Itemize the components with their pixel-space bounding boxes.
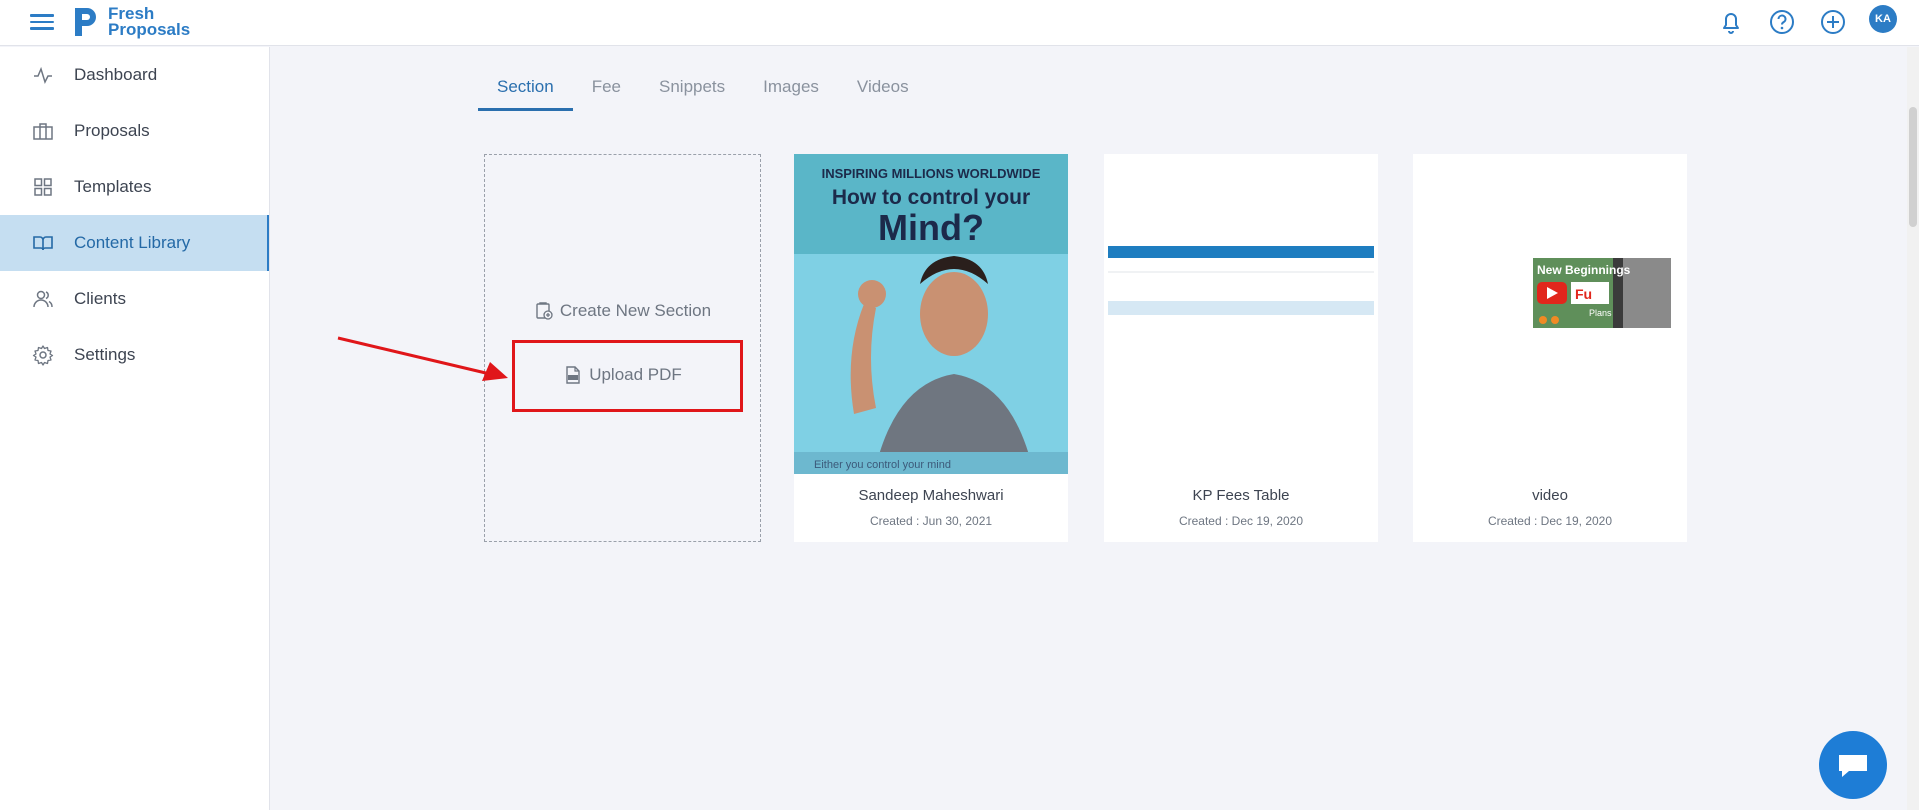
poster-headline-2: Mind?	[878, 207, 984, 248]
video-thumbnail-sub2: Plans	[1589, 308, 1612, 318]
tab-images[interactable]: Images	[744, 73, 838, 111]
video-thumbnail-caption: New Beginnings	[1537, 263, 1631, 277]
users-icon	[33, 290, 53, 308]
sidebar-item-label: Dashboard	[74, 65, 158, 84]
scrollbar[interactable]	[1907, 47, 1919, 810]
grid-icon	[34, 178, 52, 196]
sidebar-item-proposals[interactable]: Proposals	[0, 103, 269, 159]
add-icon[interactable]	[1818, 7, 1848, 37]
video-thumbnail-sub: Fu	[1575, 286, 1592, 302]
logo[interactable]: Fresh Proposals	[72, 3, 190, 41]
logo-text: Fresh Proposals	[108, 5, 191, 39]
poster-quote: Either you control your mind	[814, 459, 951, 471]
card-thumbnail: INSPIRING MILLIONS WORLDWIDE How to cont…	[794, 154, 1068, 474]
card-title: KP Fees Table	[1192, 487, 1290, 504]
bell-icon[interactable]	[1716, 7, 1746, 37]
section-card-video[interactable]: New Beginnings Fu Plans video Created : …	[1413, 154, 1687, 542]
fees-table-thumbnail-icon	[1108, 246, 1374, 315]
create-new-section-label: Create New Section	[559, 301, 712, 320]
annotation-arrow-icon	[337, 336, 508, 381]
poster-thumbnail-icon: INSPIRING MILLIONS WORLDWIDE How to cont…	[794, 154, 1068, 474]
poster-kicker: INSPIRING MILLIONS WORLDWIDE	[822, 166, 1041, 181]
sidebar-item-label: Clients	[74, 289, 126, 308]
tab-fee[interactable]: Fee	[573, 73, 640, 111]
tab-snippets[interactable]: Snippets	[640, 73, 744, 111]
card-date: Created : Dec 19, 2020	[1178, 514, 1304, 528]
content-tabs: Section Fee Snippets Images Videos	[478, 73, 928, 113]
sidebar-item-clients[interactable]: Clients	[0, 271, 269, 327]
card-thumbnail: New Beginnings Fu Plans	[1413, 154, 1687, 474]
sidebar-item-content-library[interactable]: Content Library	[0, 215, 269, 271]
chat-button[interactable]	[1819, 731, 1887, 799]
sidebar-item-templates[interactable]: Templates	[0, 159, 269, 215]
highlight-box	[512, 340, 743, 412]
logo-mark-icon	[75, 8, 96, 36]
briefcase-icon	[33, 123, 53, 140]
avatar[interactable]: KA	[1869, 5, 1897, 33]
menu-icon[interactable]	[30, 10, 54, 32]
create-new-section-button[interactable]: Create New Section	[485, 301, 760, 321]
card-thumbnail	[1104, 154, 1378, 474]
section-card-sandeep[interactable]: INSPIRING MILLIONS WORLDWIDE How to cont…	[794, 154, 1068, 542]
sidebar-item-label: Settings	[74, 345, 136, 364]
book-icon	[33, 236, 53, 251]
gear-icon	[32, 345, 54, 366]
tab-section[interactable]: Section	[478, 73, 573, 111]
sidebar: Dashboard Proposals Templates Content Li…	[0, 47, 270, 810]
scrollbar-thumb[interactable]	[1909, 107, 1917, 227]
chat-icon	[1839, 755, 1867, 777]
poster-headline: How to control your	[832, 186, 1030, 209]
card-title: video	[1532, 487, 1568, 504]
card-title: Sandeep Maheshwari	[858, 487, 1004, 504]
logo-line-2: Proposals	[108, 20, 191, 39]
top-bar: Fresh Proposals KA	[0, 0, 1919, 46]
video-thumbnail-icon: New Beginnings Fu Plans	[1533, 258, 1671, 328]
sidebar-item-label: Templates	[74, 177, 152, 196]
card-date: Created : Dec 19, 2020	[1487, 514, 1613, 528]
sidebar-item-dashboard[interactable]: Dashboard	[0, 47, 269, 103]
help-icon[interactable]	[1767, 7, 1797, 37]
sidebar-item-settings[interactable]: Settings	[0, 327, 269, 383]
section-card-kp-fees[interactable]: KP Fees Table Created : Dec 19, 2020	[1104, 154, 1378, 542]
activity-icon	[34, 66, 52, 85]
sidebar-item-label: Proposals	[74, 121, 150, 140]
clipboard-add-icon	[536, 302, 553, 320]
card-date: Created : Jun 30, 2021	[869, 514, 993, 528]
tab-videos[interactable]: Videos	[838, 73, 928, 111]
sidebar-item-label: Content Library	[74, 233, 191, 252]
